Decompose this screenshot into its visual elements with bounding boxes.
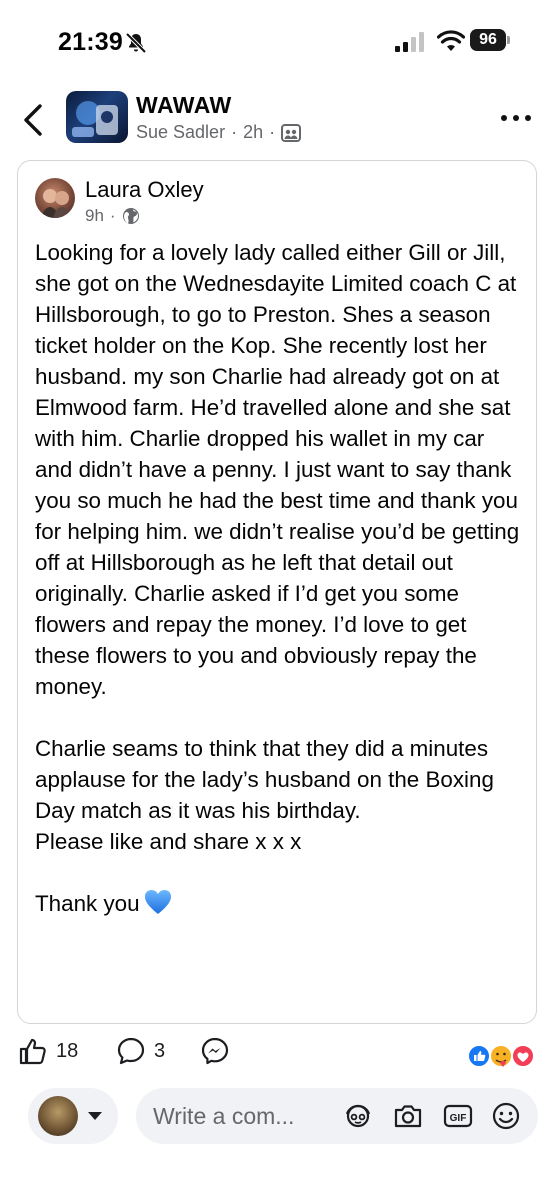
bell-slash-icon <box>125 32 147 54</box>
separator-dot: · <box>231 122 238 142</box>
group-avatar[interactable] <box>66 91 128 143</box>
like-button[interactable]: 18 <box>18 1036 78 1066</box>
battery-icon: 96 <box>470 29 506 51</box>
author-avatar[interactable] <box>35 178 75 218</box>
care-reaction-icon <box>489 1044 513 1068</box>
group-members-icon <box>281 123 302 142</box>
comment-count: 3 <box>154 1039 166 1062</box>
back-chevron-icon[interactable] <box>16 100 52 140</box>
post-age: 9h <box>85 206 104 225</box>
status-time: 21:39 <box>58 28 123 56</box>
love-reaction-icon <box>511 1044 535 1068</box>
avatar-sticker-icon[interactable] <box>342 1101 374 1131</box>
separator-dot: · <box>109 206 116 225</box>
shared-post-card[interactable]: Laura Oxley 9h · Looking for a lovely la… <box>17 160 537 1024</box>
more-dots-icon[interactable] <box>498 110 534 126</box>
like-count: 18 <box>56 1039 79 1062</box>
group-subtitle: Sue Sadler · 2h · <box>136 122 302 143</box>
reaction-summary[interactable] <box>467 1043 537 1069</box>
globe-icon <box>122 208 139 224</box>
camera-icon[interactable] <box>392 1101 424 1131</box>
status-bar: 21:39 96 <box>0 0 554 80</box>
messenger-icon <box>201 1037 229 1065</box>
like-icon <box>19 1038 46 1065</box>
like-reaction-icon <box>467 1044 491 1068</box>
svg-text:GIF: GIF <box>450 1113 467 1124</box>
post-text: Looking for a lovely lady called either … <box>35 240 520 916</box>
avatar <box>38 1096 78 1136</box>
wifi-icon <box>437 30 465 51</box>
post-actions: 18 3 <box>0 1036 554 1076</box>
gif-icon[interactable]: GIF <box>442 1101 474 1131</box>
separator-dot: · <box>269 122 276 142</box>
comment-composer: Write a com... GIF <box>0 1086 554 1146</box>
signal-icon <box>395 32 424 52</box>
group-avatar-art <box>72 101 118 137</box>
author-avatar-art <box>41 189 71 218</box>
battery-nub <box>507 36 510 44</box>
emoji-icon[interactable] <box>490 1101 522 1131</box>
group-header: WAWAW Sue Sadler · 2h · <box>0 86 554 156</box>
group-title[interactable]: WAWAW <box>136 92 232 119</box>
poster-name[interactable]: Sue Sadler <box>136 122 225 143</box>
comment-placeholder: Write a com... <box>153 1103 295 1129</box>
post-body: Looking for a lovely lady called either … <box>35 237 527 919</box>
blue-heart-icon <box>144 890 171 914</box>
post-age: 2h <box>243 122 264 142</box>
chevron-down-icon <box>88 1112 102 1120</box>
comment-as-selector[interactable] <box>28 1088 118 1144</box>
comment-button[interactable]: 3 <box>116 1036 165 1066</box>
comment-icon <box>117 1037 145 1065</box>
messenger-share-button[interactable] <box>200 1036 230 1066</box>
author-name[interactable]: Laura Oxley <box>85 177 204 203</box>
comment-input[interactable]: Write a com... GIF <box>136 1088 538 1144</box>
post-meta: 9h · <box>85 206 140 226</box>
